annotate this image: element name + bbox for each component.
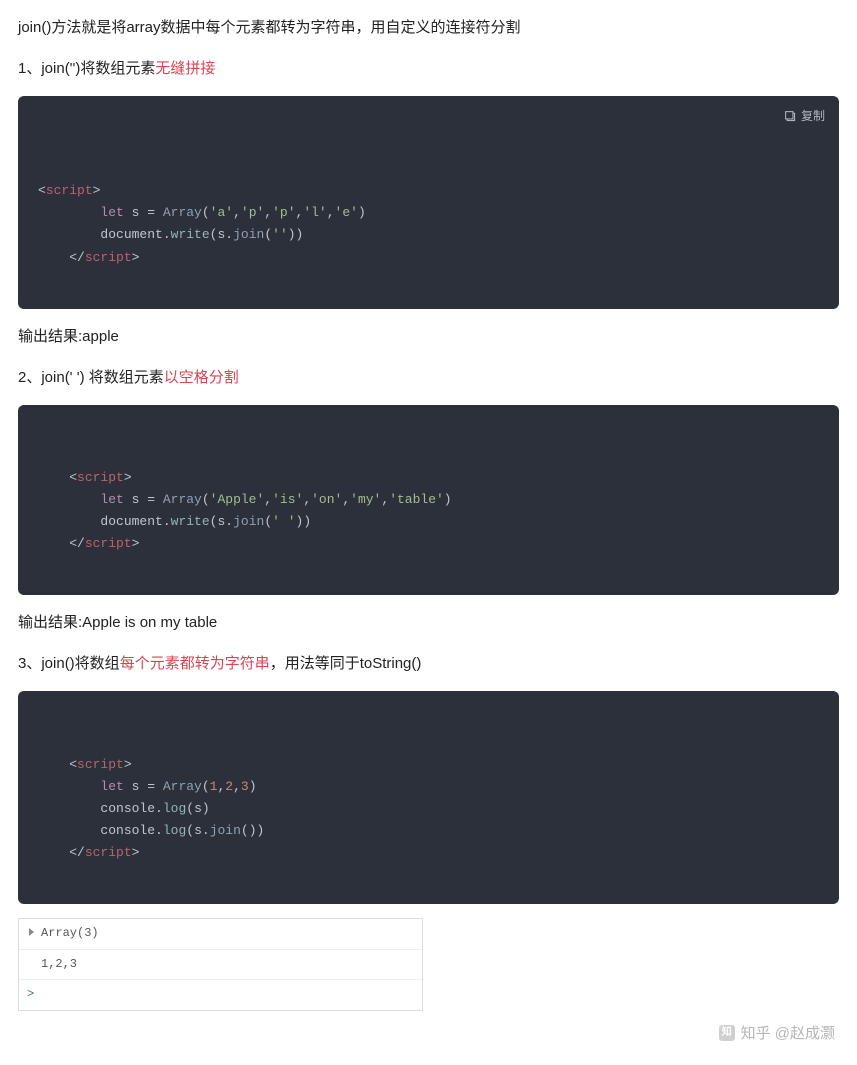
console-output: Array(3) 1,2,3 >	[18, 918, 423, 1011]
code-block-1: 复制 <script> let s = Array('a','p','p','l…	[18, 96, 839, 309]
copy-button[interactable]: 复制	[784, 106, 825, 126]
sec1-prefix: 1、join('')将数组元素	[18, 60, 155, 77]
section-2-heading: 2、join(' ') 将数组元素以空格分割	[18, 364, 839, 391]
section-3-heading: 3、join()将数组每个元素都转为字符串，用法等同于toString()	[18, 650, 839, 677]
code-content-3: <script> let s = Array(1,2,3) console.lo…	[38, 754, 819, 864]
copy-icon	[784, 110, 797, 123]
console-row-array: Array(3)	[19, 919, 422, 950]
sec3-highlight: 每个元素都转为字符串	[120, 655, 270, 672]
intro-paragraph: join()方法就是将array数据中每个元素都转为字符串，用自定义的连接符分割	[18, 14, 839, 41]
sec3-prefix: 3、join()将数组	[18, 655, 120, 672]
intro-text: join()方法就是将array数据中每个元素都转为字符串，用自定义的连接符分割	[18, 19, 521, 36]
output-1-text: 输出结果:apple	[18, 328, 119, 345]
code-block-3: <script> let s = Array(1,2,3) console.lo…	[18, 691, 839, 904]
console-prompt: >	[19, 980, 422, 1010]
code-content-1: <script> let s = Array('a','p','p','l','…	[38, 180, 819, 268]
section-1-heading: 1、join('')将数组元素无缝拼接	[18, 55, 839, 82]
watermark-text: 知乎 @赵成灏	[741, 1020, 835, 1047]
output-2: 输出结果:Apple is on my table	[18, 609, 839, 636]
output-2-text: 输出结果:Apple is on my table	[18, 614, 217, 631]
console-row-values: 1,2,3	[19, 950, 422, 981]
output-1: 输出结果:apple	[18, 323, 839, 350]
watermark: 知 知乎 @赵成灏	[719, 1020, 835, 1047]
zhihu-logo-icon: 知	[719, 1025, 735, 1041]
code-content-2: <script> let s = Array('Apple','is','on'…	[38, 467, 819, 555]
sec1-highlight: 无缝拼接	[155, 60, 215, 77]
sec3-suffix: ，用法等同于toString()	[270, 655, 422, 672]
copy-label: 复制	[801, 106, 825, 126]
sec2-highlight: 以空格分割	[164, 369, 239, 386]
sec2-prefix: 2、join(' ') 将数组元素	[18, 369, 164, 386]
code-block-2: <script> let s = Array('Apple','is','on'…	[18, 405, 839, 596]
